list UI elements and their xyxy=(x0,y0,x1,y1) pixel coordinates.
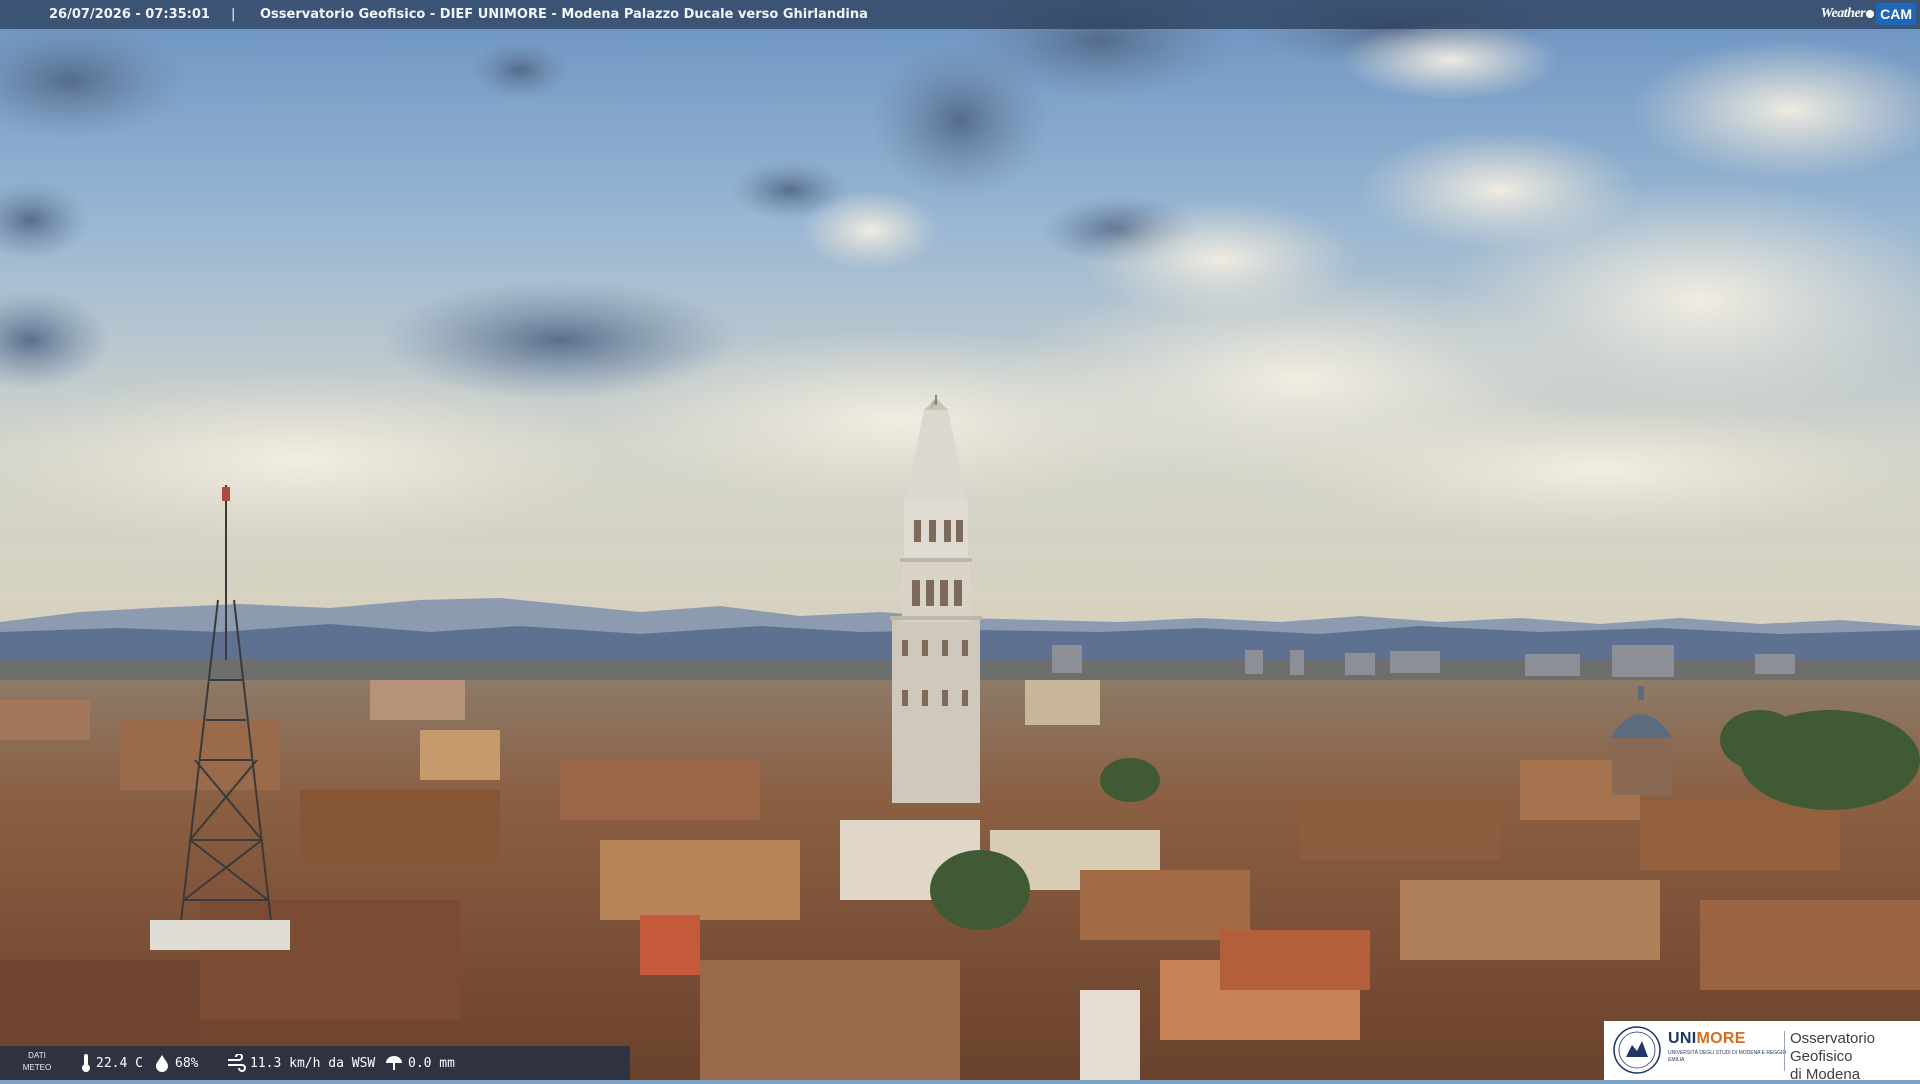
humidity-drop-icon xyxy=(156,1055,168,1072)
top-info-bar: 26/07/2026 - 07:35:01 | Osservatorio Geo… xyxy=(0,0,1920,29)
temperature-readout: 22.4 C xyxy=(80,1046,143,1080)
wifi-cam-icon xyxy=(1866,10,1875,18)
rain-readout: 0.0 mm xyxy=(384,1046,455,1080)
unimore-logo-box: UNIMORE Università degli Studi di Modena… xyxy=(1604,1021,1920,1083)
observatory-name: Osservatorio Geofisico di Modena xyxy=(1790,1030,1876,1083)
weathercam-logo: Weather CAM xyxy=(1821,3,1916,25)
separator: | xyxy=(231,7,236,22)
brand-cam: CAM xyxy=(1876,3,1916,25)
camera-title: Osservatorio Geofisico - DIEF UNIMORE - … xyxy=(260,7,868,22)
brand-weather: Weather xyxy=(1820,6,1866,21)
rain-value: 0.0 mm xyxy=(408,1055,455,1071)
unimore-wordmark: UNIMORE xyxy=(1668,1030,1746,1047)
humidity-value: 68% xyxy=(175,1055,199,1071)
weather-data-bar: DATI METEO 22.4 C 68% 11.3 km/h da WSW 0… xyxy=(0,1046,630,1080)
humidity-readout: 68% xyxy=(153,1046,198,1080)
thermometer-icon xyxy=(82,1054,90,1072)
wind-value: 11.3 km/h da WSW xyxy=(250,1055,376,1071)
university-seal-icon xyxy=(1613,1026,1661,1074)
wind-readout: 11.3 km/h da WSW xyxy=(226,1046,375,1080)
timestamp: 26/07/2026 - 07:35:01 xyxy=(49,7,210,22)
logo-divider xyxy=(1784,1031,1785,1071)
wind-icon xyxy=(228,1054,246,1072)
webcam-photo xyxy=(0,0,1920,1080)
weather-data-label: DATI METEO xyxy=(22,1051,52,1072)
rain-icon xyxy=(386,1056,402,1070)
unimore-subtitle: Università degli Studi di Modena e Reggi… xyxy=(1668,1050,1787,1063)
temperature-value: 22.4 C xyxy=(96,1055,143,1071)
